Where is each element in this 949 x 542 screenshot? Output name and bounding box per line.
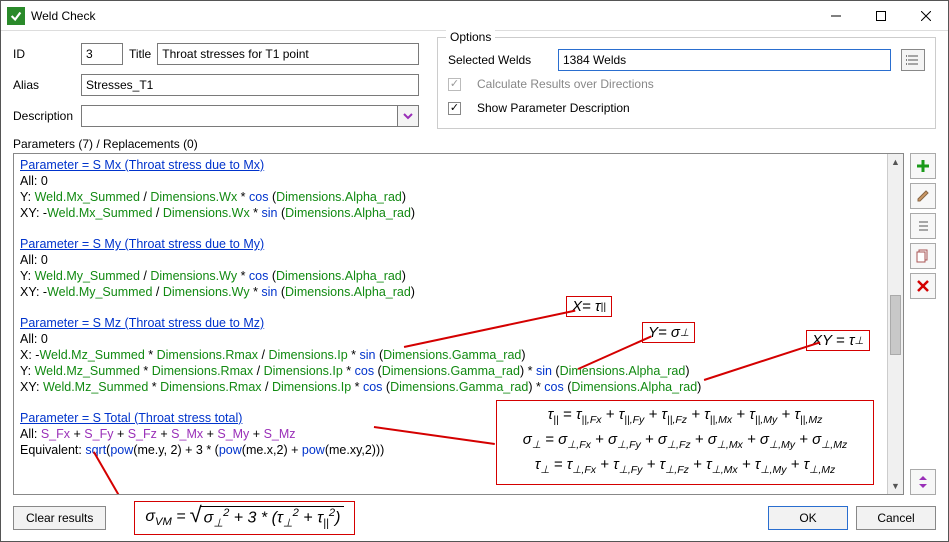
annotation-x: X= τ|| — [566, 296, 612, 317]
id-label: ID — [13, 47, 81, 61]
titlebar: Weld Check — [1, 1, 948, 31]
toolbar — [910, 153, 936, 495]
x-icon — [917, 280, 929, 292]
scroll-down-icon[interactable]: ▼ — [888, 478, 903, 494]
pencil-icon — [916, 189, 930, 203]
options-group: Options Selected Welds Calculate Results… — [437, 37, 936, 129]
code-editor[interactable]: Parameter = S Mx (Throat stress due to M… — [13, 153, 904, 495]
scroll-up-icon[interactable]: ▲ — [888, 154, 903, 170]
move-button[interactable] — [910, 469, 936, 495]
calc-results-label: Calculate Results over Directions — [477, 77, 654, 91]
calc-results-checkbox — [448, 78, 461, 91]
show-param-desc-checkbox[interactable] — [448, 102, 461, 115]
updown-icon — [916, 475, 930, 489]
delete-button[interactable] — [910, 273, 936, 299]
window: Weld Check ID Title Alias Description — [0, 0, 949, 542]
left-form: ID Title Alias Description — [13, 41, 419, 129]
maximize-button[interactable] — [858, 1, 903, 31]
alias-field[interactable] — [81, 74, 419, 96]
selected-welds-field[interactable] — [558, 49, 891, 71]
show-param-desc-label: Show Parameter Description — [477, 101, 630, 115]
copy-button[interactable] — [910, 243, 936, 269]
description-field[interactable] — [81, 105, 397, 127]
annotation-xy: XY = τ⊥ — [806, 330, 870, 351]
editor-scrollbar[interactable]: ▲ ▼ — [887, 154, 903, 494]
minimize-button[interactable] — [813, 1, 858, 31]
footer: Clear results σVM = √σ⊥2 + 3 * (τ⊥2 + τ|… — [13, 495, 936, 535]
description-expand-button[interactable] — [397, 105, 419, 127]
copy-icon — [916, 249, 930, 263]
list-icon — [906, 53, 920, 67]
list-button[interactable] — [910, 213, 936, 239]
app-icon — [7, 7, 25, 25]
content: ID Title Alias Description Options — [1, 31, 948, 541]
ok-button[interactable]: OK — [768, 506, 848, 530]
edit-button[interactable] — [910, 183, 936, 209]
welds-list-button[interactable] — [901, 49, 925, 71]
add-button[interactable] — [910, 153, 936, 179]
cancel-button[interactable]: Cancel — [856, 506, 936, 530]
title-field[interactable] — [157, 43, 419, 65]
close-button[interactable] — [903, 1, 948, 31]
options-legend: Options — [446, 30, 495, 44]
annotation-vm-formula: σVM = √σ⊥2 + 3 * (τ⊥2 + τ||2) — [134, 501, 355, 535]
alias-label: Alias — [13, 78, 81, 92]
chevron-down-icon — [402, 110, 414, 122]
window-title: Weld Check — [31, 9, 813, 23]
selected-welds-label: Selected Welds — [448, 53, 548, 67]
id-field[interactable] — [81, 43, 123, 65]
title-label: Title — [129, 47, 151, 61]
plus-icon — [916, 159, 930, 173]
annotation-equations: τ|| = τ||,Fx + τ||,Fy + τ||,Fz + τ||,Mx … — [496, 400, 874, 485]
annotation-y: Y= σ⊥ — [642, 322, 695, 343]
clear-results-button[interactable]: Clear results — [13, 506, 106, 530]
description-label: Description — [13, 109, 81, 123]
list-icon — [916, 219, 930, 233]
parameters-label: Parameters (7) / Replacements (0) — [13, 137, 936, 151]
